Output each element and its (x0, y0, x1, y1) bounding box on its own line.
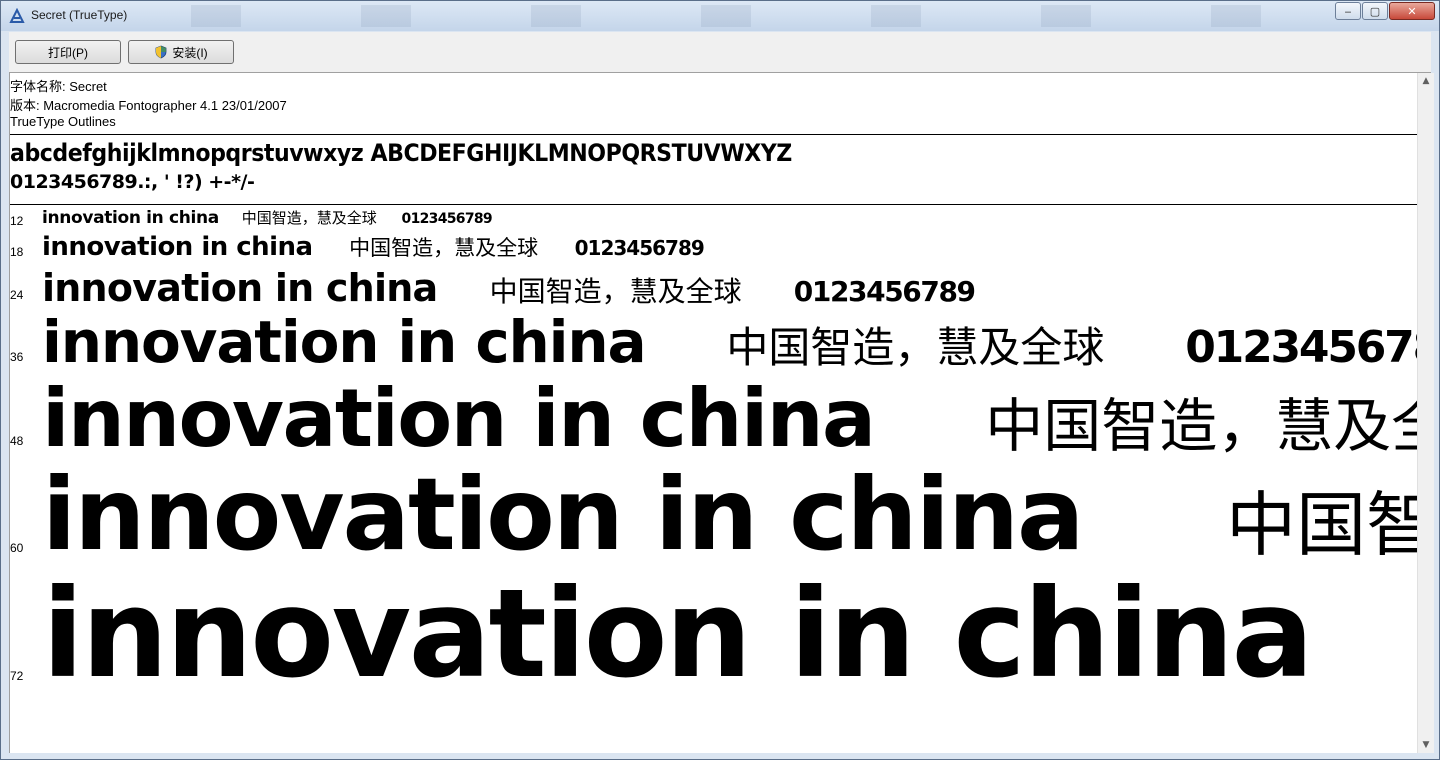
sample-digits: 0123456789 (1185, 322, 1418, 373)
install-button[interactable]: 安装(I) (128, 40, 234, 64)
sample-text-24: innovation in china 中国智造，慧及全球 0123456789 (42, 266, 976, 310)
sample-digits: 0123456789 (401, 211, 493, 227)
window-title: Secret (TrueType) (31, 8, 128, 22)
size-label: 12 (10, 214, 24, 228)
sample-text-36: innovation in china 中国智造，慧及全球 0123456789 (42, 313, 1418, 371)
maximize-icon: ▢ (1369, 4, 1381, 18)
sample-cjk: 中国智造，慧及全球 (241, 209, 377, 227)
font-preview-pane[interactable]: 字体名称: Secret 版本: Macromedia Fontographer… (9, 73, 1418, 753)
maximize-button[interactable]: ▢ (1362, 2, 1388, 20)
sample-latin: innovation in china (42, 266, 438, 310)
toolbar: 打印(P) 安装(I) (9, 32, 1431, 73)
sample-text-18: innovation in china 中国智造，慧及全球 0123456789 (42, 232, 705, 262)
size-label: 24 (10, 288, 24, 302)
font-viewer-window: Secret (TrueType) ‒ ▢ ✕ 打印(P) 安装(I) 字体名称… (0, 0, 1440, 760)
sample-latin: innovation in china (42, 372, 876, 465)
title-bar-backdrop (131, 5, 1331, 27)
print-button-label: 打印(P) (48, 45, 88, 60)
size-label: 36 (10, 350, 24, 364)
minimize-button[interactable]: ‒ (1335, 2, 1361, 20)
scroll-up-icon[interactable]: ▲ (1418, 73, 1434, 89)
font-outline-type-line: TrueType Outlines (10, 114, 116, 129)
close-icon: ✕ (1407, 4, 1417, 18)
charset-line-digits: 0123456789.:, ' !?) +-*/- (10, 171, 255, 193)
divider-top (10, 134, 1418, 135)
vertical-scrollbar[interactable]: ▲ ▼ (1417, 73, 1434, 753)
size-label: 72 (10, 669, 24, 683)
sample-cjk: 中国智造，慧及全球 (985, 392, 1418, 460)
font-version-line: 版本: Macromedia Fontographer 4.1 23/01/20… (10, 98, 287, 113)
sample-cjk: 中国智造，慧及全球 (1226, 484, 1418, 566)
sample-cjk: 中国智造，慧及全球 (489, 275, 742, 308)
title-bar[interactable]: Secret (TrueType) ‒ ▢ ✕ (1, 1, 1439, 31)
divider-bottom (10, 204, 1418, 205)
minimize-icon: ‒ (1344, 4, 1352, 18)
sample-cjk: 中国智造，慧及全球 (726, 323, 1105, 372)
sample-latin: innovation in china (42, 456, 1085, 573)
sample-text-72: innovation in china 中国智造，慧及全球 (42, 573, 1418, 695)
sample-latin: innovation in china (42, 208, 219, 228)
sample-latin: innovation in china (42, 563, 1314, 705)
sample-latin: innovation in china (42, 232, 313, 262)
size-label: 48 (10, 434, 24, 448)
print-button[interactable]: 打印(P) (15, 40, 121, 64)
uac-shield-icon (155, 45, 167, 59)
sample-cjk: 中国智造，慧及全球 (349, 236, 539, 260)
scroll-down-icon[interactable]: ▼ (1418, 737, 1434, 753)
sample-text-60: innovation in china 中国智造，慧及全球 (42, 465, 1418, 565)
close-button[interactable]: ✕ (1389, 2, 1435, 20)
sample-latin: innovation in china (42, 308, 647, 376)
font-app-icon (9, 8, 25, 23)
size-label: 18 (10, 245, 24, 259)
sample-digits: 0123456789 (793, 275, 976, 308)
sample-text-12: innovation in china 中国智造，慧及全球 0123456789 (42, 208, 493, 228)
window-controls: ‒ ▢ ✕ (1335, 2, 1435, 20)
sample-text-48: innovation in china 中国智造，慧及全球 (42, 379, 1418, 459)
size-label: 60 (10, 541, 24, 555)
install-button-label: 安装(I) (172, 45, 208, 60)
charset-line-letters: abcdefghijklmnopqrstuvwxyz ABCDEFGHIJKLM… (10, 139, 792, 167)
font-name-line: 字体名称: Secret (10, 79, 107, 94)
sample-digits: 0123456789 (574, 236, 705, 260)
